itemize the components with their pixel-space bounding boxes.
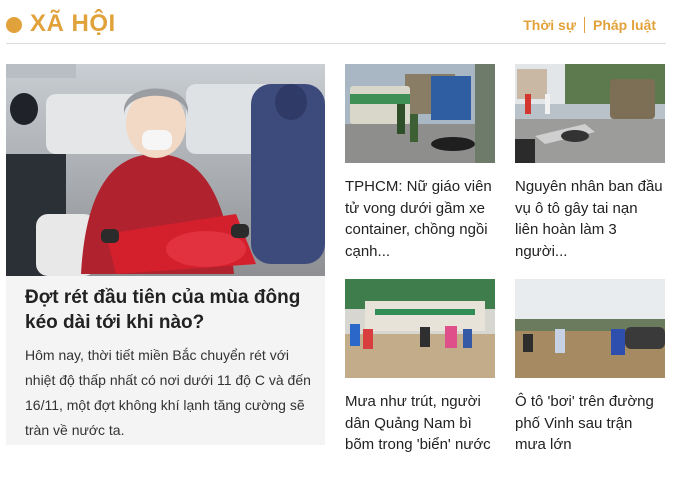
article-thumbnail[interactable] bbox=[345, 279, 495, 378]
link-divider bbox=[583, 17, 585, 33]
article-thumbnail[interactable] bbox=[515, 64, 665, 163]
section-title[interactable]: XÃ HỘI bbox=[30, 10, 116, 38]
article-card[interactable]: Mưa như trút, người dân Quảng Nam bì bõm… bbox=[345, 279, 495, 456]
article-title[interactable]: Nguyên nhân ban đầu vụ ô tô gây tai nạn … bbox=[515, 176, 665, 262]
article-card[interactable]: TPHCM: Nữ giáo viên tử vong dưới gầm xe … bbox=[345, 64, 495, 262]
section-dot-icon bbox=[6, 17, 22, 33]
article-title[interactable]: Ô tô 'bơi' trên đường phố Vinh sau trận … bbox=[515, 391, 665, 456]
article-thumbnail[interactable] bbox=[515, 279, 665, 378]
section-header: XÃ HỘI Thời sự Pháp luật bbox=[6, 8, 666, 44]
featured-title[interactable]: Đợt rét đầu tiên của mùa đông kéo dài tớ… bbox=[25, 285, 315, 335]
article-title[interactable]: Mưa như trút, người dân Quảng Nam bì bõm… bbox=[345, 391, 495, 456]
featured-description: Hôm nay, thời tiết miền Bắc chuyển rét v… bbox=[25, 347, 311, 438]
article-title[interactable]: TPHCM: Nữ giáo viên tử vong dưới gầm xe … bbox=[345, 176, 495, 262]
article-card[interactable]: Nguyên nhân ban đầu vụ ô tô gây tai nạn … bbox=[515, 64, 665, 262]
article-card[interactable]: Ô tô 'bơi' trên đường phố Vinh sau trận … bbox=[515, 279, 665, 456]
featured-article[interactable]: Đợt rét đầu tiên của mùa đông kéo dài tớ… bbox=[6, 64, 325, 445]
article-thumbnail[interactable] bbox=[345, 64, 495, 163]
section-sublinks: Thời sự Pháp luật bbox=[523, 17, 656, 33]
link-thoi-su[interactable]: Thời sự bbox=[523, 17, 576, 33]
link-phap-luat[interactable]: Pháp luật bbox=[593, 17, 656, 33]
featured-image[interactable] bbox=[6, 64, 325, 276]
